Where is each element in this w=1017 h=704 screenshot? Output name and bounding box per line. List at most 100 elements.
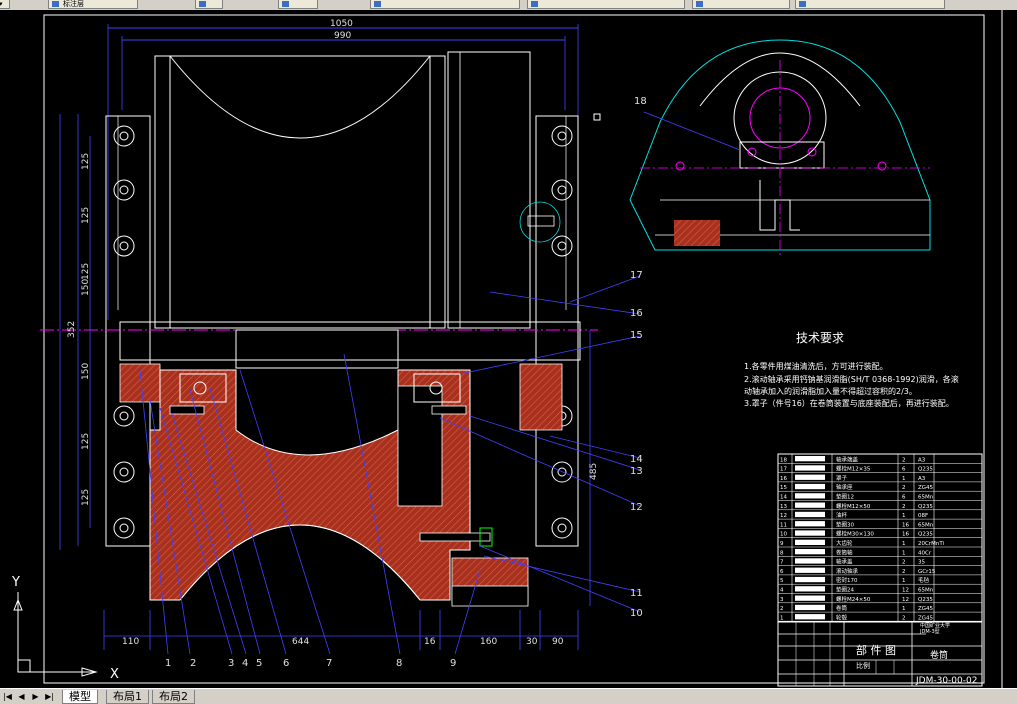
tech-req-line-2: 2.滚动轴承采用钙钠基润滑脂(SH/T 0368-1992)润滑，各滚: [744, 374, 959, 384]
bom-part-code-block: [795, 595, 825, 601]
bom-cell-no: 12: [780, 513, 787, 519]
window-tab-5[interactable]: [527, 0, 685, 9]
bom-part-code-block: [795, 530, 825, 536]
svg-text:10: 10: [630, 608, 643, 619]
svg-text:2: 2: [190, 658, 196, 669]
bom-cell-no: 11: [780, 522, 787, 528]
ucs-y-label: Y: [11, 575, 20, 590]
first-layout-button[interactable]: |◀: [2, 691, 13, 702]
bom-cell-qty: 12: [902, 588, 909, 594]
drawing-icon: [531, 1, 538, 7]
bom-part-code-block: [795, 614, 825, 620]
bom-cell-name: 螺栓M12×35: [836, 465, 871, 473]
bom-cell-qty: 1: [902, 476, 906, 482]
bom-part-code-block: [795, 493, 825, 499]
bom-part-code-block: [795, 465, 825, 471]
bom-cell-name: 轴承盖: [836, 558, 853, 566]
drawing-icon: [799, 1, 806, 7]
cad-drawing: 1050 990 110 644 16 160 30 90 352 485 12…: [11, 10, 1003, 688]
bom-cell-name: 垫圈24: [836, 586, 854, 594]
bom-cell-name: 密封170: [836, 576, 858, 584]
bom-cell-mat: ZG45: [918, 606, 934, 612]
window-tab-7[interactable]: [795, 0, 945, 9]
last-layout-button[interactable]: ▶|: [44, 691, 55, 702]
bom-cell-qty: 2: [902, 615, 906, 621]
tech-requirements: 技术要求 1.各零件用煤油清洗后，方可进行装配。 2.滚动轴承采用钙钠基润滑脂(…: [744, 331, 959, 408]
tab-layout2[interactable]: 布局2: [152, 690, 195, 704]
bom-cell-no: 13: [780, 504, 787, 510]
bom-cell-name: 轴承端盖: [836, 455, 859, 463]
prev-layout-button[interactable]: ◀: [16, 691, 27, 702]
file-icon: [199, 1, 206, 7]
bom-cell-qty: 6: [902, 495, 906, 501]
dim-gap: 16: [424, 637, 436, 647]
window-tab-4[interactable]: [370, 0, 520, 9]
svg-text:9: 9: [450, 658, 456, 669]
bom-cell-mat: GCr15: [918, 569, 936, 575]
bom-part-code-block: [795, 483, 825, 490]
bom-cell-mat: 毛毡: [918, 576, 930, 584]
svg-text:13: 13: [630, 466, 643, 477]
bom-cell-mat: 35: [918, 560, 925, 566]
window-tab-3[interactable]: [278, 0, 318, 9]
tab-layout1[interactable]: 布局1: [106, 690, 149, 704]
bom-cell-no: 16: [780, 476, 787, 482]
svg-text:3: 3: [228, 658, 234, 669]
bom-cell-no: 14: [780, 495, 787, 501]
layout-tab-bar: |◀ ◀ ▶ ▶| 模型 布局1 布局2: [0, 688, 1017, 704]
bom-cell-no: 7: [780, 560, 784, 566]
next-layout-button[interactable]: ▶: [30, 691, 41, 702]
side-view: [629, 39, 931, 255]
tech-req-title: 技术要求: [796, 331, 844, 345]
bom-cell-mat: 40Cr: [918, 550, 932, 556]
window-tab-2[interactable]: [195, 0, 223, 9]
svg-text:18: 18: [634, 96, 647, 107]
bom-part-code-block: [795, 502, 825, 508]
dim-right1: 160: [480, 637, 497, 647]
bom-cell-no: 3: [780, 597, 784, 603]
project-name: JDM-3型: [919, 628, 940, 635]
bom-cell-qty: 16: [902, 522, 909, 528]
svg-text:6: 6: [283, 658, 289, 669]
window-tab-1[interactable]: 标注层: [48, 0, 138, 9]
bom-part-code-block: [795, 549, 825, 555]
dim-v-125b: 125: [81, 207, 91, 224]
front-view: [40, 24, 641, 655]
bom-part-code-block: [795, 474, 825, 480]
tab-model[interactable]: 模型: [62, 690, 98, 704]
bom-part-code-block: [795, 456, 825, 462]
dim-left-margin: 110: [122, 637, 139, 647]
drawing-canvas[interactable]: 1050 990 110 644 16 160 30 90 352 485 12…: [0, 10, 1017, 688]
bom-cell-mat: ZG45: [918, 485, 934, 491]
svg-text:7: 7: [326, 658, 332, 669]
bom-cell-name: 垫圈12: [836, 493, 854, 501]
svg-text:5: 5: [256, 658, 262, 669]
part-name: 卷筒: [930, 649, 948, 661]
bom-cell-no: 9: [780, 541, 784, 547]
bom-cell-mat: A3: [918, 457, 926, 463]
bom-cell-no: 1: [780, 615, 784, 621]
bom-cell-qty: 12: [902, 597, 909, 603]
svg-text:11: 11: [630, 588, 643, 599]
bom-cell-name: 罩子: [836, 475, 848, 482]
bom-part-code-block: [795, 567, 825, 573]
dim-right2: 30: [526, 637, 538, 647]
bom-part-code-block: [795, 521, 825, 527]
bom-part-code-block: [795, 586, 825, 592]
part-title: 部 件 图: [856, 643, 896, 657]
bom-cell-mat: 08F: [918, 513, 928, 519]
window-tab-6[interactable]: [692, 0, 790, 9]
svg-text:8: 8: [396, 658, 402, 669]
svg-text:14: 14: [630, 454, 643, 465]
bom-table: 18 轴承端盖 2 A317 螺栓M12×35 6 Q23516 罩子 1 A315 轴承座 2 ZG4…: [777, 453, 983, 622]
drawing-icon: [374, 1, 381, 7]
dimension-labels: 1050 990 110 644 16 160 30 90 352 485 12…: [67, 19, 599, 647]
bom-cell-mat: Q235: [918, 597, 933, 603]
bom-part-code-block: [795, 604, 825, 611]
drawing-icon: [696, 1, 703, 7]
bom-part-code-block: [795, 558, 825, 564]
bom-cell-mat: Q235: [918, 532, 933, 538]
tech-req-line-1: 1.各零件用煤油清洗后，方可进行装配。: [744, 361, 888, 371]
folder-icon: [282, 1, 289, 7]
menu-arrow-icon[interactable]: ▾: [0, 0, 10, 9]
